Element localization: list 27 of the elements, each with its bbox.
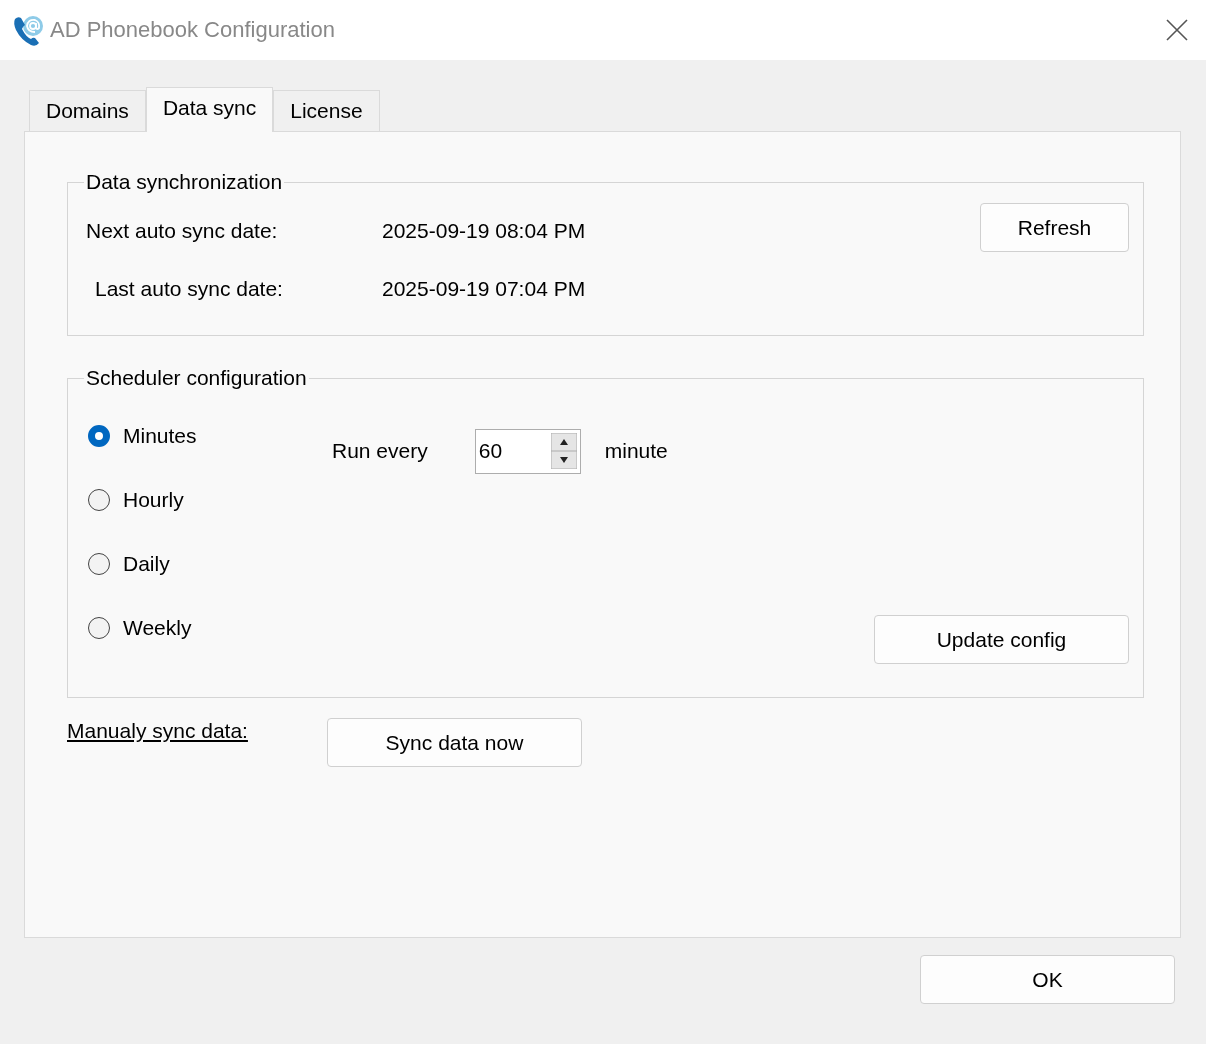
- radio-label[interactable]: Daily: [123, 552, 170, 576]
- radio-button[interactable]: [88, 617, 110, 639]
- radio-button[interactable]: [88, 489, 110, 511]
- sync-now-button[interactable]: Sync data now: [327, 718, 582, 767]
- phone-at-icon: [12, 13, 46, 47]
- close-icon[interactable]: [1166, 19, 1188, 41]
- tab[interactable]: Data sync: [145, 87, 274, 132]
- tab[interactable]: Domains: [29, 90, 146, 131]
- ok-button[interactable]: OK: [920, 955, 1175, 1004]
- field-label: Next auto sync date:: [86, 219, 279, 243]
- update-config-button[interactable]: Update config: [874, 615, 1129, 664]
- field-label: Last auto sync date:: [95, 277, 284, 301]
- radio-button[interactable]: [88, 425, 110, 447]
- refresh-button[interactable]: Refresh: [980, 203, 1129, 252]
- run-every-label: Run every: [332, 439, 428, 463]
- date-value: 2025-09-19 07:04 PM: [382, 277, 586, 301]
- radio-label[interactable]: Weekly: [123, 616, 192, 640]
- unit-label: minute: [604, 439, 668, 463]
- group-title: Scheduler configuration: [85, 366, 308, 390]
- tab[interactable]: License: [273, 90, 380, 131]
- radio-label[interactable]: Hourly: [123, 488, 184, 512]
- date-value: 2025-09-19 08:04 PM: [382, 219, 586, 243]
- radio-button[interactable]: [88, 553, 110, 575]
- manual-sync-link[interactable]: Manualy sync data:: [67, 719, 327, 743]
- group-title: Data synchronization: [85, 170, 284, 194]
- radio-label[interactable]: Minutes: [123, 424, 197, 448]
- window-title: AD Phonebook Configuration: [50, 17, 336, 43]
